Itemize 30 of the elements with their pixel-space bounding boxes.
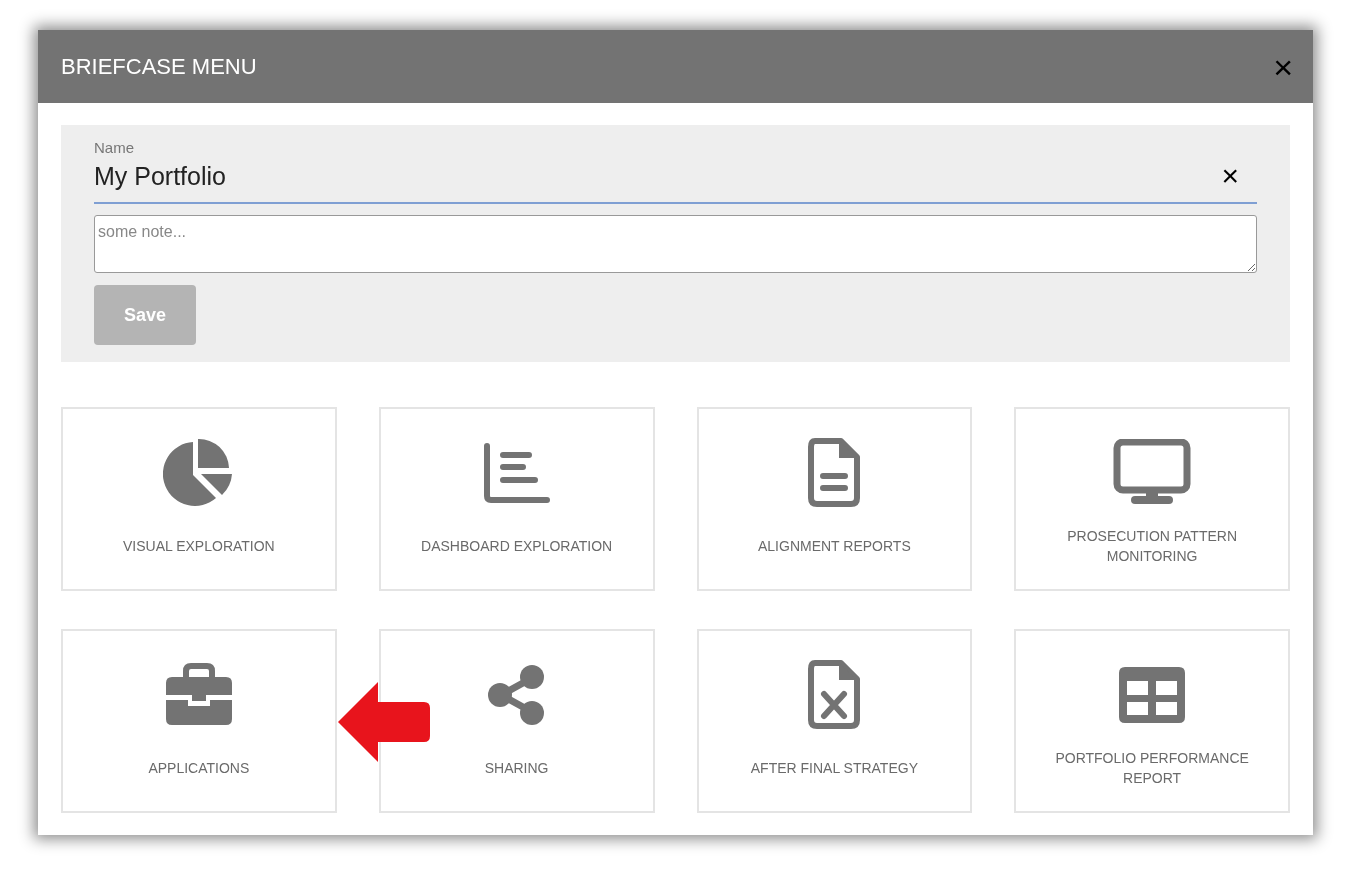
menu-tile[interactable]: PROSECUTION PATTERN MONITORING <box>1014 407 1290 591</box>
pie-chart-icon <box>162 437 235 509</box>
tile-label: APPLICATIONS <box>148 759 250 778</box>
tile-label: PORTFOLIO PERFORMANCE REPORT <box>1054 749 1250 788</box>
tile-label: ALIGNMENT REPORTS <box>758 537 911 556</box>
document-icon <box>807 438 862 508</box>
clear-button[interactable]: × <box>1221 161 1239 191</box>
table-icon <box>1117 665 1188 725</box>
tile-label: AFTER FINAL STRATEGY <box>750 759 918 778</box>
note-field[interactable]: some note... <box>94 215 1257 273</box>
tile-label: DASHBOARD EXPLORATION <box>421 537 613 556</box>
menu-tile[interactable]: APPLICATIONS <box>61 629 337 813</box>
menu-tile[interactable]: SHARING <box>378 629 655 813</box>
menu-tile[interactable]: AFTER FINAL STRATEGY <box>696 629 973 813</box>
menu-tile[interactable]: DASHBOARD EXPLORATION <box>378 407 655 591</box>
field-label: Name <box>94 138 135 158</box>
name-field[interactable]: Name My Portfolio × <box>94 138 1257 204</box>
tile-label: SHARING <box>484 759 549 778</box>
field-value: My Portfolio <box>94 161 226 192</box>
menu-tile[interactable]: VISUAL EXPLORATION <box>61 407 337 591</box>
menu-tile[interactable]: ALIGNMENT REPORTS <box>696 407 973 591</box>
spreadsheet-file-icon <box>807 660 862 730</box>
close-button[interactable]: × <box>1273 49 1293 84</box>
tile-label: VISUAL EXPLORATION <box>123 537 275 556</box>
monitor-icon <box>1113 439 1192 507</box>
briefcase-icon <box>163 663 234 727</box>
tile-label: PROSECUTION PATTERN MONITORING <box>1066 527 1239 566</box>
menu-tile[interactable]: PORTFOLIO PERFORMANCE REPORT <box>1014 629 1290 813</box>
bar-chart-icon <box>482 442 551 504</box>
dialog-title: BRIEFCASE MENU <box>61 53 257 81</box>
